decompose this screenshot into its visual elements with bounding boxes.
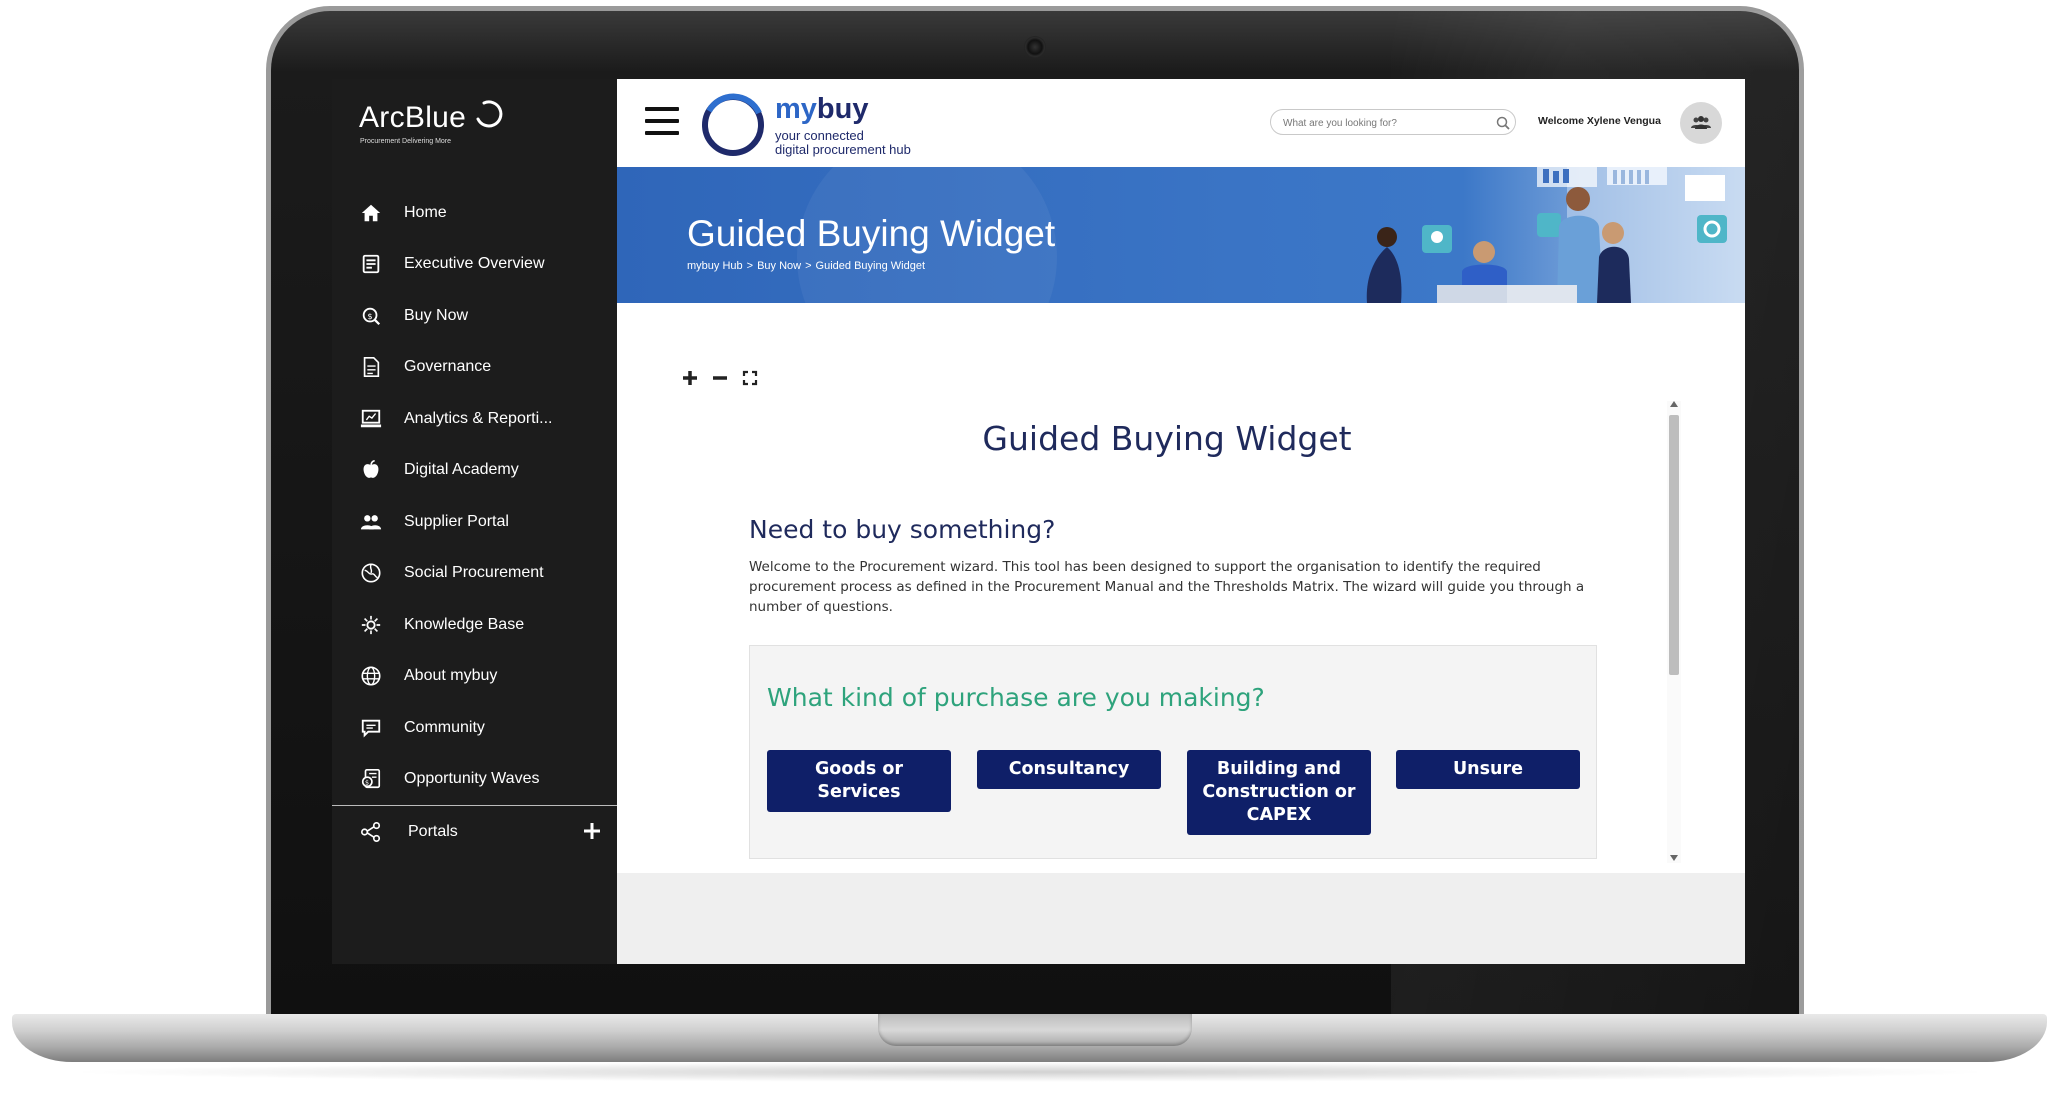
knowledge-icon [358,612,384,638]
hamburger-line [645,107,679,111]
logo-swirl-icon [476,100,503,128]
search-box [1270,109,1516,135]
menu-toggle-button[interactable] [645,107,679,137]
sidebar-item-label: Community [404,718,485,736]
sidebar-item-governance[interactable]: Governance [332,342,617,394]
breadcrumb-item[interactable]: Buy Now [757,260,801,272]
plus-icon[interactable] [579,818,605,844]
scroll-thumb[interactable] [1669,415,1679,675]
report-icon [358,251,384,277]
chat-icon [358,715,384,741]
fullscreen-icon[interactable] [739,367,761,389]
sidebar-item-social-procurement[interactable]: Social Procurement [332,548,617,600]
hamburger-line [645,131,679,135]
sidebar-item-supplier-portal[interactable]: Supplier Portal [332,496,617,548]
laptop-shadow [60,1062,2000,1082]
building-construction-capex-button[interactable]: Building and Construction or CAPEX [1187,750,1371,835]
sidebar-item-label: About mybuy [404,667,498,685]
sidebar-item-label: Governance [404,358,492,376]
brand-tagline-2: digital procurement hub [775,142,911,157]
academy-icon [358,457,384,483]
breadcrumb-item: Guided Buying Widget [815,260,925,272]
laptop-notch [878,1014,1192,1046]
page-footer-area [617,873,1745,964]
sidebar-item-label: Supplier Portal [404,512,509,530]
search-icon[interactable] [1495,115,1511,131]
opportunity-icon: $ [358,766,384,792]
zoom-toolbar [679,367,759,389]
user-avatar[interactable] [1680,102,1722,144]
consultancy-button[interactable]: Consultancy [977,750,1161,789]
sidebar-item-label: Digital Academy [404,461,519,479]
laptop-screen: ArcBlue Procurement Delivering More Home… [332,79,1745,964]
brand-name-buy: buy [816,93,869,125]
users-icon [358,509,384,535]
sidebar-item-about-mybuy[interactable]: About mybuy [332,651,617,703]
top-bar: buymybuy your connected digital procurem… [617,79,1745,167]
welcome-text: Welcome Xylene Vengua [1538,115,1661,127]
team-illustration [1366,167,1745,303]
sidebar-item-label: Buy Now [404,306,469,324]
unsure-button[interactable]: Unsure [1396,750,1580,789]
scroll-down-icon[interactable] [1670,855,1678,861]
portals-label: Portals [408,823,458,840]
sidebar-item-label: Knowledge Base [404,615,525,633]
widget-title: Guided Buying Widget [982,419,1352,458]
zoom-in-icon[interactable] [679,367,701,389]
sidebar-item-digital-academy[interactable]: Digital Academy [332,445,617,497]
sidebar-item-label: Opportunity Waves [404,770,540,788]
breadcrumb: mybuy Hub > Buy Now > Guided Buying Widget [687,260,925,272]
share-icon [358,819,384,845]
page-title: Guided Buying Widget [687,213,1056,254]
sidebar-item-label: Analytics & Reporti... [404,409,553,427]
zoom-out-icon[interactable] [709,367,731,389]
sidebar-item-community[interactable]: Community [332,702,617,754]
page-banner: Guided Buying Widget mybuy Hub > Buy Now > G… [617,167,1745,303]
globe-icon [358,663,384,689]
scroll-up-icon[interactable] [1670,401,1678,407]
sidebar-nav: Home Executive Overview $ Buy Now Govern… [332,187,617,805]
logo-tagline: Procurement Delivering More [360,138,452,145]
intro-text: Welcome to the Procurement wizard. This … [749,559,1585,615]
laptop-chart-icon [358,406,384,432]
sidebar-item-label: Executive Overview [404,255,545,273]
svg-text:$: $ [367,311,372,321]
widget-container: Guided Buying Widget Need to buy somethi… [617,303,1745,873]
sidebar-item-opportunity-waves[interactable]: $ Opportunity Waves [332,754,617,806]
hamburger-line [645,119,679,123]
sidebar-item-label: Home [404,203,447,221]
sidebar-item-home[interactable]: Home [332,187,617,239]
breadcrumb-separator: > [805,260,812,272]
goods-or-services-button[interactable]: Goods or Services [767,750,951,812]
question-text: What kind of purchase are you making? [767,683,1265,712]
brand-name: buymybuy [775,93,868,126]
breadcrumb-separator: > [746,260,754,272]
main-area: buymybuy your connected digital procurem… [617,79,1745,964]
webcam [1024,36,1046,58]
brand-name-my: my [775,93,817,125]
sidebar: ArcBlue Procurement Delivering More Home… [332,79,617,964]
mybuy-ring-icon [702,93,764,156]
sidebar-item-executive-overview[interactable]: Executive Overview [332,239,617,291]
search-input[interactable] [1283,114,1483,132]
svg-text:$: $ [365,779,369,787]
breadcrumb-item[interactable]: mybuy Hub [687,260,743,272]
widget-scrollbar[interactable] [1667,401,1681,863]
globe-leaf-icon [358,560,384,586]
section-heading: Need to buy something? [749,515,1056,544]
sidebar-item-knowledge-base[interactable]: Knowledge Base [332,599,617,651]
sidebar-item-portals[interactable]: Portals [332,806,617,858]
user-group-icon [1691,116,1711,129]
brand-tagline-1: your connected [775,128,864,143]
buy-now-icon: $ [358,303,384,329]
home-icon [358,200,384,226]
sidebar-item-buy-now[interactable]: $ Buy Now [332,290,617,342]
question-panel: What kind of purchase are you making? Go… [749,645,1597,859]
sidebar-item-label: Social Procurement [404,564,544,582]
arcblue-logo[interactable]: ArcBlue Procurement Delivering More [359,100,519,151]
document-icon [358,354,384,380]
mybuy-logo[interactable]: buymybuy your connected digital procurem… [699,89,959,161]
sidebar-item-analytics[interactable]: Analytics & Reporti... [332,393,617,445]
